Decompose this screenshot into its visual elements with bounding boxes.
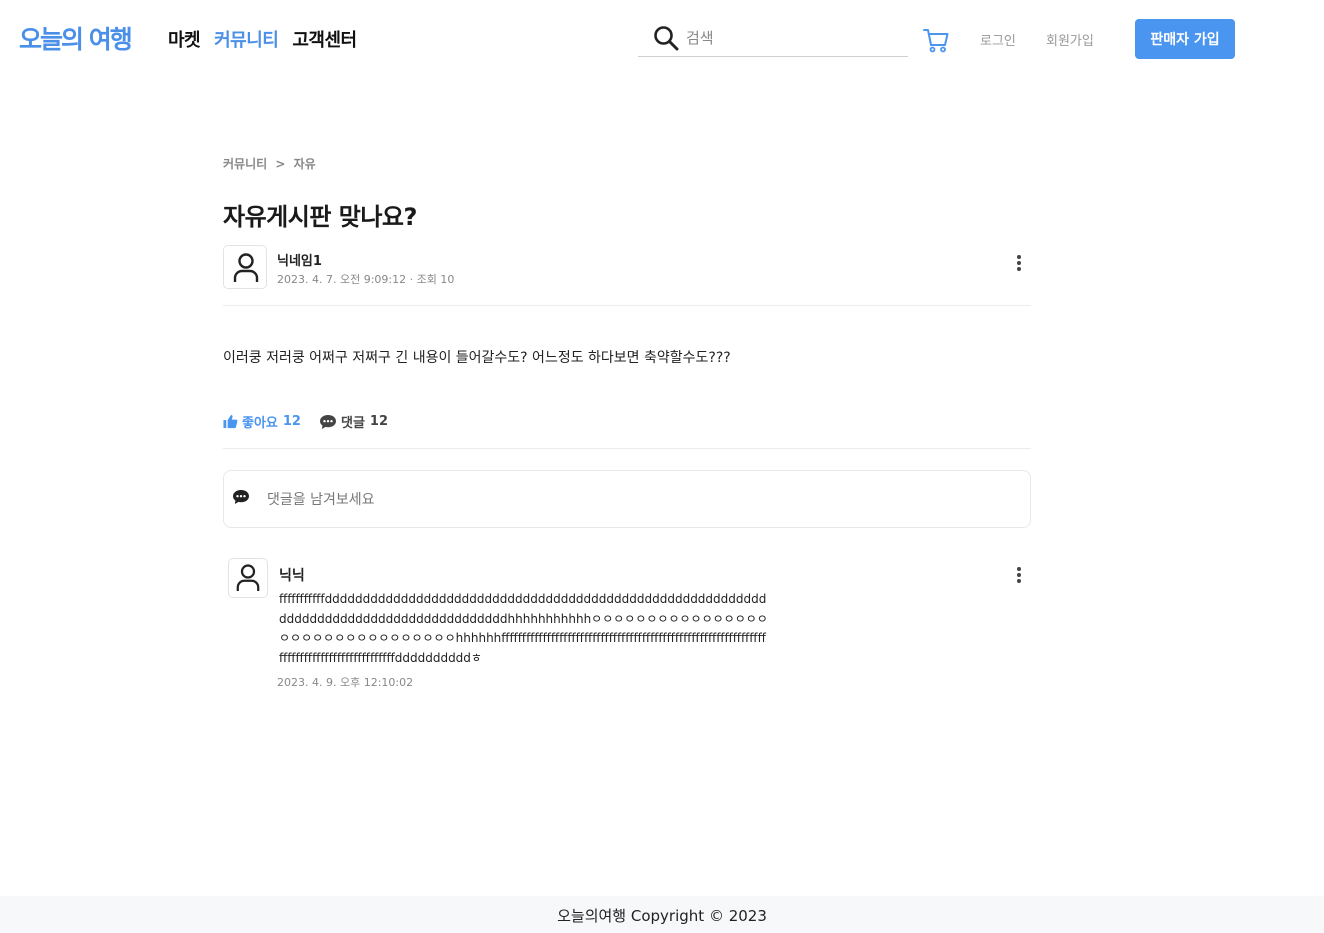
search-bar — [638, 20, 908, 57]
cart-icon[interactable] — [922, 26, 950, 54]
comment-input-box[interactable] — [223, 470, 1031, 528]
like-label: 좋아요 — [242, 416, 278, 431]
speech-bubble-icon — [233, 490, 249, 504]
comment-author-name[interactable]: 닉닉 — [279, 565, 305, 585]
comment-more-options-icon[interactable] — [1009, 565, 1029, 589]
post-author-name[interactable]: 닉네임1 — [277, 250, 322, 269]
comment-count: 12 — [369, 414, 388, 429]
signup-link[interactable]: 회원가입 — [1046, 30, 1094, 49]
comment-date: 2023. 4. 9. 오후 12:10:02 — [277, 676, 414, 689]
breadcrumb-free[interactable]: 자유 — [294, 157, 316, 171]
comment-text: fffffffffffddddddddddddddddddddddddddddd… — [279, 592, 768, 665]
breadcrumb-separator: > — [275, 157, 286, 171]
comment-count-button[interactable]: 댓글 12 — [319, 412, 388, 431]
comment-input[interactable] — [267, 489, 1007, 511]
breadcrumb: 커뮤니티 > 자유 — [223, 155, 320, 172]
divider — [223, 448, 1031, 449]
like-button[interactable]: 좋아요 12 — [223, 412, 301, 431]
nav-item-community[interactable]: 커뮤니티 — [214, 26, 279, 52]
author-avatar[interactable] — [223, 245, 267, 289]
divider — [223, 305, 1031, 306]
nav-item-customer-center[interactable]: 고객센터 — [292, 26, 357, 52]
breadcrumb-community[interactable]: 커뮤니티 — [223, 157, 267, 171]
post-reactions: 좋아요 12 댓글 12 — [223, 412, 406, 431]
user-icon — [233, 253, 259, 282]
like-count: 12 — [282, 414, 301, 429]
user-icon — [236, 564, 260, 591]
post-more-options-icon[interactable] — [1009, 253, 1029, 277]
search-icon[interactable] — [653, 25, 679, 51]
login-link[interactable]: 로그인 — [980, 30, 1016, 49]
site-logo[interactable]: 오늘의 여행 — [19, 20, 133, 56]
main-nav: 마켓 커뮤니티 고객센터 — [168, 26, 357, 52]
speech-bubble-icon — [319, 414, 336, 429]
seller-signup-button[interactable]: 판매자 가입 — [1135, 19, 1235, 59]
search-input[interactable] — [686, 25, 901, 51]
commenter-avatar[interactable] — [228, 558, 268, 598]
site-header: 오늘의 여행 마켓 커뮤니티 고객센터 로그인 회원가입 판매자 가입 — [0, 0, 1324, 76]
nav-item-market[interactable]: 마켓 — [168, 26, 201, 52]
site-footer: 오늘의여행 Copyright © 2023 — [0, 896, 1324, 933]
post-body: 이러쿵 저러쿵 어쩌구 저쩌구 긴 내용이 들어갈수도? 어느정도 하다보면 축… — [223, 350, 731, 366]
comment-label: 댓글 — [340, 416, 365, 431]
post-meta: 2023. 4. 7. 오전 9:09:12 · 조회 10 — [277, 273, 455, 286]
thumbs-up-icon — [223, 414, 238, 429]
post-title: 자유게시판 맞나요? — [223, 203, 417, 231]
